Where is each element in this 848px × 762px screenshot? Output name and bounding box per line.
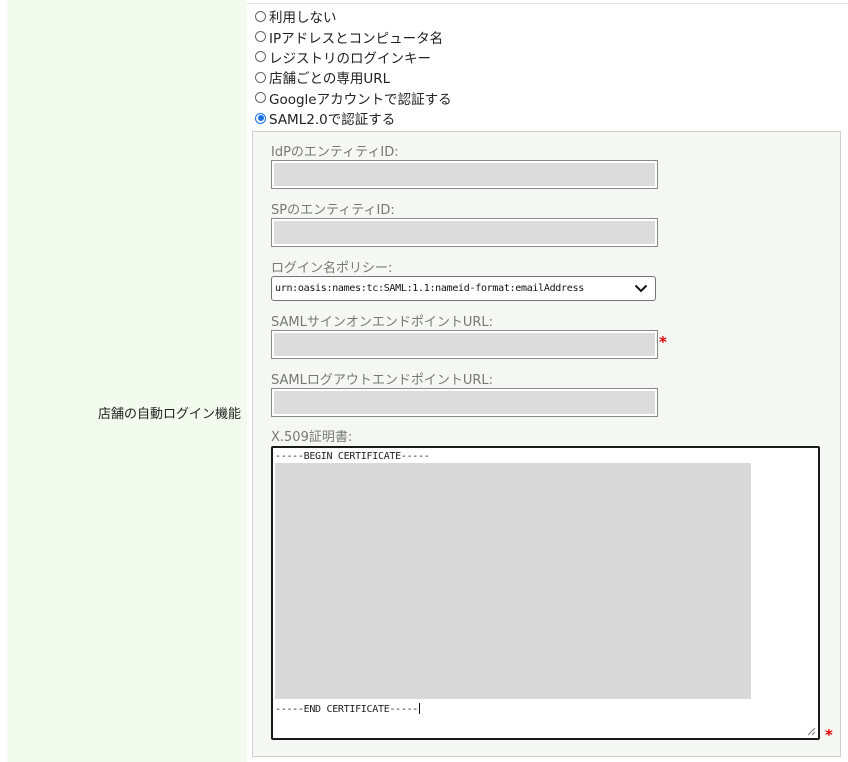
radio-button-icon[interactable]: [255, 71, 266, 83]
radio-label: Googleアカウントで認証する: [269, 91, 452, 108]
resize-grip-icon[interactable]: [806, 726, 816, 736]
select-value: urn:oasis:names:tc:SAML:1.1:nameid-forma…: [275, 283, 584, 294]
certificate-begin-line: -----BEGIN CERTIFICATE-----: [275, 451, 430, 462]
radio-option-google[interactable]: Googleアカウントで認証する: [255, 88, 452, 108]
radio-option-saml[interactable]: SAML2.0で認証する: [255, 108, 452, 128]
login-name-policy-label: ログイン名ポリシー:: [271, 261, 393, 276]
logout-url-input[interactable]: [271, 388, 658, 417]
signon-url-label: SAMLサインオンエンドポイントURL:: [271, 315, 494, 330]
signon-url-input[interactable]: [271, 330, 658, 359]
radio-button-icon[interactable]: [255, 31, 266, 43]
radio-button-icon[interactable]: [255, 10, 266, 22]
radio-option-ip-computer[interactable]: IPアドレスとコンピュータ名: [255, 26, 452, 47]
redacted-value: [274, 221, 655, 244]
row-label-auto-login: 店舗の自動ログイン機能: [97, 407, 241, 422]
chevron-down-icon[interactable]: [631, 279, 651, 299]
sp-entity-id-input[interactable]: [271, 218, 658, 247]
sp-entity-id-label: SPのエンティティID:: [271, 203, 395, 218]
idp-entity-id-label: IdPのエンティティID:: [271, 145, 399, 160]
text-caret: [419, 703, 421, 714]
certificate-textarea[interactable]: -----BEGIN CERTIFICATE----- -----END CER…: [271, 446, 820, 740]
radio-label: 利用しない: [269, 10, 337, 27]
required-mark: *: [825, 726, 833, 744]
certificate-label: X.509証明書:: [271, 430, 353, 445]
logout-url-label: SAMLログアウトエンドポイントURL:: [271, 373, 494, 388]
radio-option-registry-key[interactable]: レジストリのログインキー: [255, 47, 452, 67]
radio-label: SAML2.0で認証する: [269, 112, 396, 129]
row-divider: [247, 3, 848, 4]
radio-button-icon[interactable]: [255, 92, 266, 104]
redacted-value: [274, 333, 655, 356]
certificate-end-line: -----END CERTIFICATE-----: [275, 703, 421, 715]
label-column: 店舗の自動ログイン機能: [7, 0, 247, 762]
radio-option-none[interactable]: 利用しない: [255, 6, 452, 26]
redacted-certificate-body: [275, 463, 751, 699]
radio-option-store-url[interactable]: 店舗ごとの専用URL: [255, 67, 452, 87]
radio-label: レジストリのログインキー: [269, 50, 431, 67]
redacted-value: [274, 163, 655, 186]
required-mark: *: [659, 333, 667, 351]
login-name-policy-select[interactable]: urn:oasis:names:tc:SAML:1.1:nameid-forma…: [271, 276, 656, 301]
radio-button-icon[interactable]: [255, 51, 266, 63]
redacted-value: [274, 391, 655, 414]
login-method-radio-group: 利用しない IPアドレスとコンピュータ名 レジストリのログインキー 店舗ごとの専…: [255, 6, 452, 128]
radio-label: IPアドレスとコンピュータ名: [269, 30, 444, 47]
radio-button-selected-icon[interactable]: [255, 112, 266, 124]
certificate-end-text: -----END CERTIFICATE-----: [275, 704, 419, 715]
radio-label: 店舗ごとの専用URL: [269, 71, 391, 88]
idp-entity-id-input[interactable]: [271, 160, 658, 189]
